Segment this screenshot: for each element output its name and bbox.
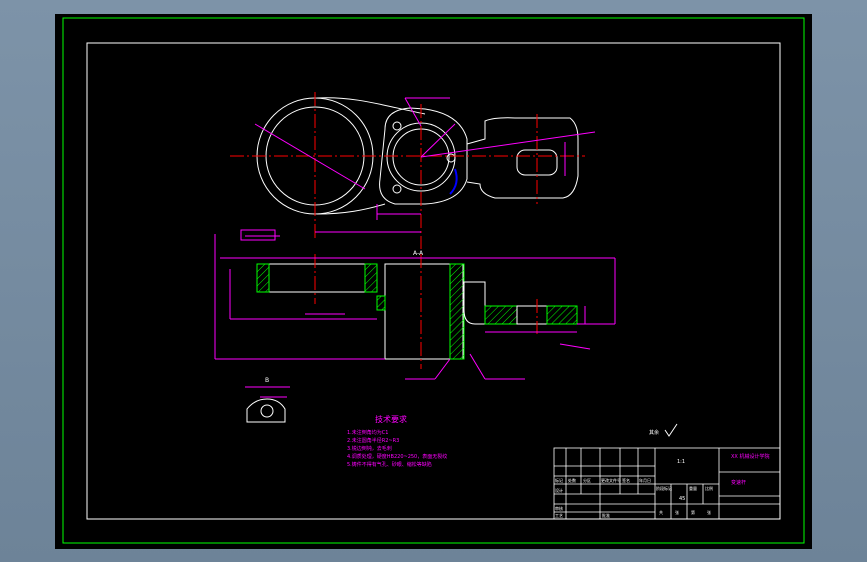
surface-mark-label: 其余	[649, 429, 659, 436]
row-label-6: 年月日	[639, 477, 651, 483]
row-label-1: 标记	[555, 477, 563, 483]
role-design: 设计	[555, 487, 563, 493]
lever-arm	[466, 117, 579, 199]
row-label-5: 签名	[622, 477, 630, 483]
bolt-hole-1	[392, 121, 402, 131]
notes-title: 技术要求	[375, 414, 407, 424]
note-line-4: 4.调质处理，硬度HB220~250，表面无裂纹	[347, 453, 447, 460]
outer-frame	[62, 17, 805, 544]
surface-mark	[664, 423, 678, 437]
note-line-3: 3.锐边倒钝，去毛刺	[347, 445, 392, 452]
left-boss-wall	[256, 263, 366, 293]
title-school: XX 机械设计学院	[731, 453, 769, 460]
ratio-label: 比例	[705, 485, 713, 491]
middle-hatch-l	[376, 295, 386, 311]
view-b-label: B	[265, 377, 269, 384]
left-boss-hatch-r	[364, 263, 378, 293]
role-process: 工艺	[555, 513, 563, 518]
title-material: 45	[679, 496, 685, 502]
title-scale: 1:1	[677, 459, 685, 465]
sheet-unit-2: 张	[707, 509, 711, 515]
weight-label: 重量	[689, 485, 697, 491]
role-review: 审核	[555, 505, 563, 511]
stage-label: 阶段标记	[656, 485, 672, 491]
drawing-svg: A-A B 技术要求 1.未注倒角均为C1 2.未注圆角半径R2~R3 3.锐边…	[62, 17, 805, 544]
detail-b-shape	[246, 398, 286, 423]
lever-hatch-1	[484, 305, 518, 325]
sheet-unit-1: 张	[675, 509, 679, 515]
title-block-text: 1:1 XX 机械设计学院 变速杆 45 标记 处数 分区 更改文件号 签名 年…	[555, 453, 769, 518]
detail-view-b	[245, 386, 290, 423]
row-label-3: 分区	[583, 477, 591, 483]
sheet-total-label: 共	[659, 509, 663, 515]
left-boss-hatch-l	[256, 263, 270, 293]
cad-viewport[interactable]: A-A B 技术要求 1.未注倒角均为C1 2.未注圆角半径R2~R3 3.锐边…	[0, 0, 867, 562]
role-approve: 批准	[602, 512, 610, 518]
note-line-1: 1.未注倒角均为C1	[347, 429, 388, 436]
lever-hatch-2	[546, 305, 578, 325]
row-label-2: 处数	[568, 477, 576, 483]
detail-b-hole	[260, 404, 274, 418]
bolt-hole-2	[446, 153, 456, 163]
notes-block: 技术要求 1.未注倒角均为C1 2.未注圆角半径R2~R3 3.锐边倒钝，去毛刺…	[347, 414, 447, 468]
section-label: A-A	[413, 250, 424, 257]
sheet-current-label: 第	[691, 509, 695, 515]
title-drawing-name: 变速杆	[731, 479, 746, 486]
note-line-5: 5.铸件不得有气孔、砂眼、缩松等缺陷	[347, 461, 432, 468]
row-label-4: 更改文件号	[601, 477, 621, 483]
top-view	[230, 92, 596, 249]
middle-hatch-r	[449, 263, 465, 360]
drawing-canvas[interactable]: A-A B 技术要求 1.未注倒角均为C1 2.未注圆角半径R2~R3 3.锐边…	[55, 14, 812, 549]
bolt-hole-3	[392, 184, 402, 194]
upper-arm	[316, 97, 426, 115]
note-line-2: 2.未注圆角半径R2~R3	[347, 437, 399, 444]
